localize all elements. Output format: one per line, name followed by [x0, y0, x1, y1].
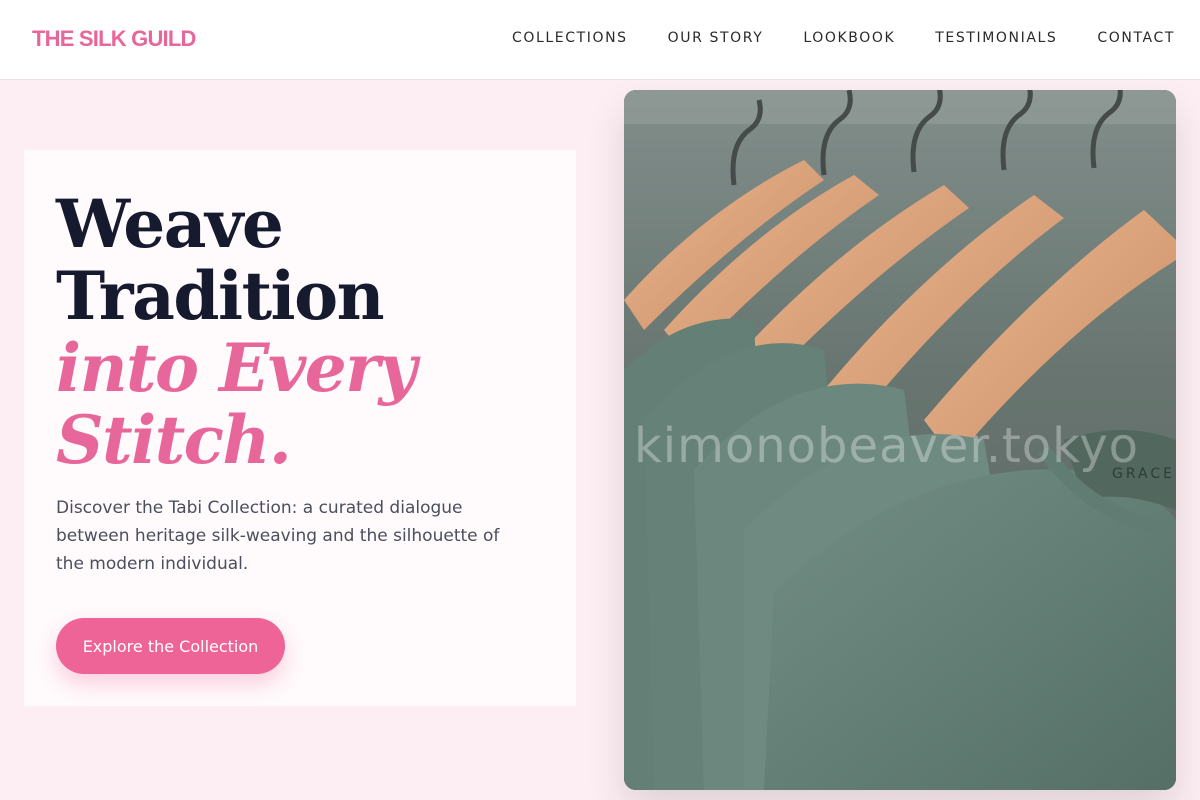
hero-card: Weave Tradition into Every Stitch. Disco…	[24, 150, 576, 706]
headline-line-1: Weave	[56, 185, 284, 263]
photo-watermark: kimonobeaver.tokyo	[634, 418, 1140, 474]
site-header: THE SILK GUILD COLLECTIONS OUR STORY LOO…	[0, 0, 1200, 80]
main-nav: COLLECTIONS OUR STORY LOOKBOOK TESTIMONI…	[512, 30, 1175, 46]
hero-description: Discover the Tabi Collection: a curated …	[56, 498, 500, 574]
explore-collection-button[interactable]: Explore the Collection	[56, 618, 285, 674]
headline-line-2: Tradition	[56, 257, 385, 335]
hero-photo: GRACE kimonobeaver.tokyo	[624, 90, 1176, 790]
headline-accent-line-2: Stitch.	[56, 401, 292, 479]
nav-item-our-story[interactable]: OUR STORY	[668, 30, 764, 46]
hero-headline: Weave Tradition into Every Stitch.	[56, 185, 417, 479]
brand-logo[interactable]: THE SILK GUILD	[32, 26, 196, 52]
nav-item-lookbook[interactable]: LOOKBOOK	[803, 30, 895, 46]
nav-item-testimonials[interactable]: TESTIMONIALS	[935, 30, 1057, 46]
nav-item-contact[interactable]: CONTACT	[1097, 30, 1175, 46]
nav-item-collections[interactable]: COLLECTIONS	[512, 30, 628, 46]
headline-accent-line-1: into Every	[56, 329, 417, 407]
